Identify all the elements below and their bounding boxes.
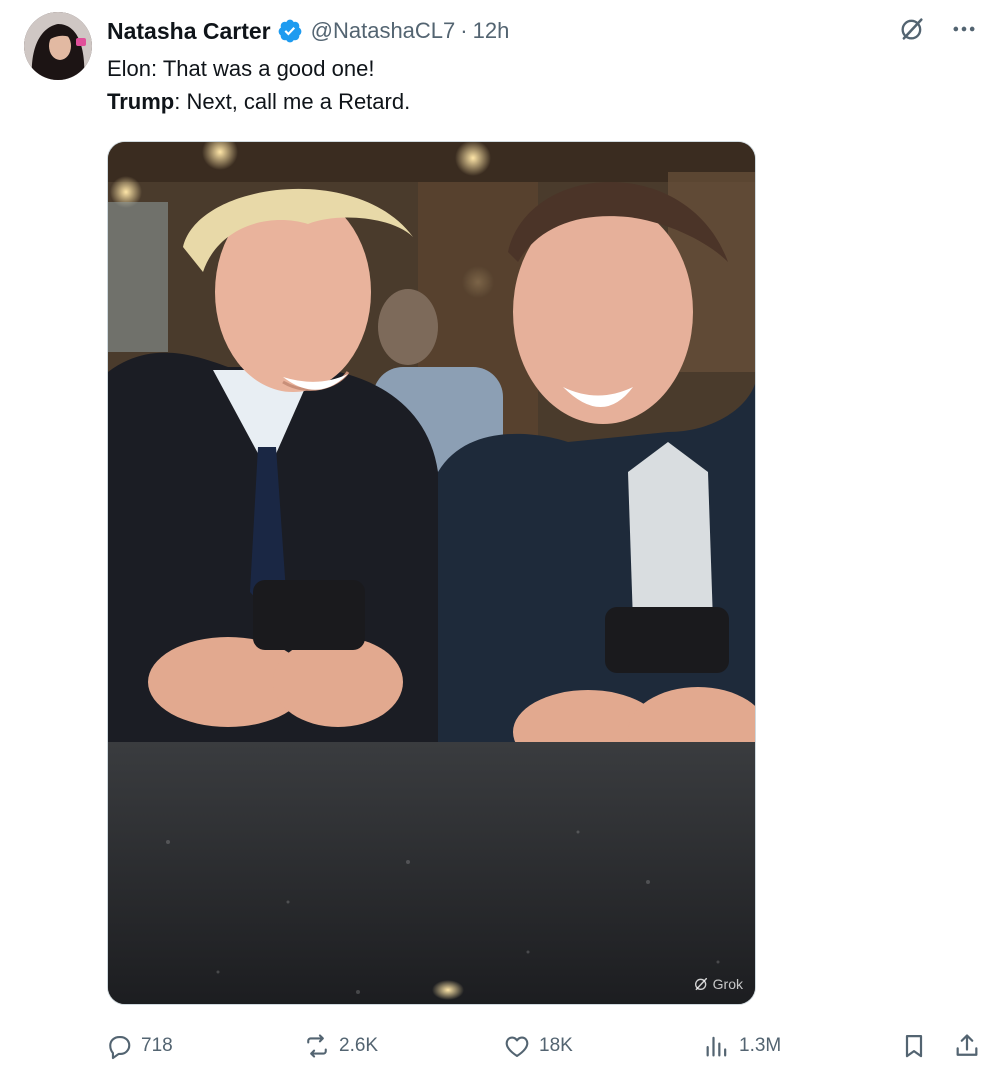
media-watermark-label: Grok <box>712 976 743 992</box>
tweet-card: Natasha Carter @NatashaCL7 · 12h Elon: T… <box>0 0 997 1080</box>
repost-count: 2.6K <box>339 1035 379 1056</box>
tweet-text-bold-speaker: Trump <box>107 89 175 114</box>
like-icon <box>505 1036 529 1057</box>
share-button[interactable] <box>953 1028 981 1064</box>
verified-badge-icon[interactable] <box>277 18 303 44</box>
tweet-media-image[interactable]: Grok <box>107 141 756 1005</box>
tweet-text-line-2: Trump: Next, call me a Retard. <box>107 85 410 118</box>
reply-icon <box>109 1035 131 1060</box>
reply-count: 718 <box>141 1035 173 1056</box>
separator-dot: · <box>460 18 468 43</box>
media-photo <box>108 142 755 1004</box>
share-icon <box>956 1034 978 1056</box>
reply-button[interactable]: 718 <box>105 1028 173 1064</box>
grok-icon[interactable] <box>897 14 927 44</box>
bookmark-button[interactable] <box>900 1028 928 1064</box>
views-icon <box>706 1036 727 1057</box>
views-count: 1.3M <box>739 1035 782 1056</box>
grok-watermark-icon <box>694 977 707 991</box>
tweet-actions: 718 2.6K 18K 1.3M <box>105 1028 985 1064</box>
media-watermark: Grok <box>693 976 743 992</box>
tweet-text-line-1: Elon: That was a good one! <box>107 56 375 81</box>
tweet-header: Natasha Carter @NatashaCL7 · 12h <box>107 12 509 50</box>
bookmark-icon <box>905 1034 923 1058</box>
tweet-text: Elon: That was a good one! Trump: Next, … <box>107 52 410 118</box>
more-icon[interactable] <box>949 14 979 44</box>
like-count: 18K <box>539 1035 573 1056</box>
avatar-image <box>24 12 92 80</box>
author-handle[interactable]: @NatashaCL7 <box>311 18 456 44</box>
views-button[interactable]: 1.3M <box>703 1028 781 1064</box>
avatar[interactable] <box>24 12 92 80</box>
author-name[interactable]: Natasha Carter <box>107 18 271 45</box>
repost-icon <box>307 1034 327 1058</box>
like-button[interactable]: 18K <box>503 1028 573 1064</box>
top-actions <box>897 14 979 44</box>
repost-button[interactable]: 2.6K <box>303 1028 378 1064</box>
timestamp[interactable]: 12h <box>473 18 510 44</box>
tweet-text-line-2-rest: : Next, call me a Retard. <box>174 89 411 114</box>
